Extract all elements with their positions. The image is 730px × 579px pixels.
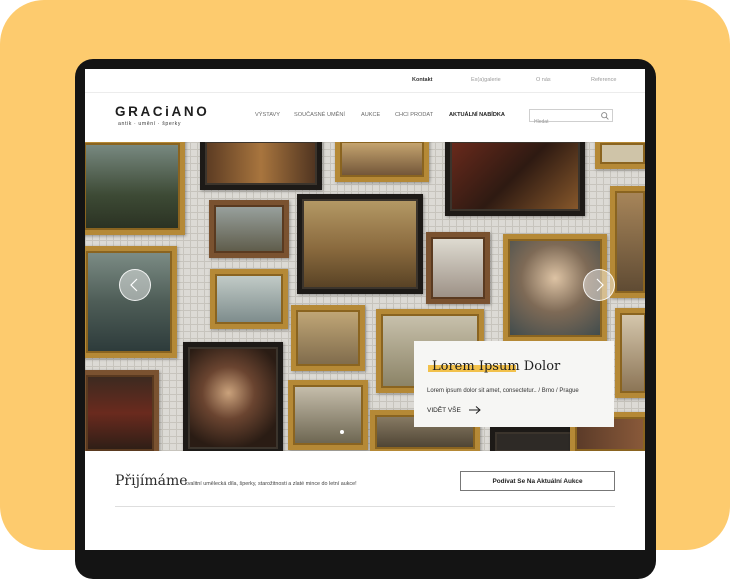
search-input[interactable] xyxy=(530,116,600,128)
utility-link-o-nas[interactable]: O nás xyxy=(536,77,551,83)
utility-link-kontakt[interactable]: Kontakt xyxy=(412,77,432,83)
section-divider xyxy=(115,506,615,507)
utility-link-reference[interactable]: Reference xyxy=(591,77,616,83)
search-icon[interactable] xyxy=(600,111,610,121)
search-box xyxy=(529,109,613,128)
chevron-right-icon xyxy=(596,278,604,292)
view-auctions-button[interactable]: Podívat Se Na Aktuální Aukce xyxy=(460,471,615,491)
website-screen: Kontakt Ex(a)galerie O nás Reference GRA… xyxy=(85,69,645,550)
nav-item-vystavy[interactable]: VÝSTAVY xyxy=(255,112,280,118)
intro-text: kvalitní umělecká díla, šperky, starožit… xyxy=(185,481,357,487)
brand-tagline: antik · umění · šperky xyxy=(118,121,182,127)
nav-item-soucasne-umeni[interactable]: SOUČASNÉ UMĚNÍ xyxy=(294,112,345,118)
hero-title: Lorem Ipsum Dolor xyxy=(432,359,561,374)
see-all-link[interactable]: VIDĚT VŠE xyxy=(427,407,461,414)
nav-item-chci-prodat[interactable]: CHCI PRODAT xyxy=(395,112,433,118)
arrow-right-icon[interactable] xyxy=(468,405,482,415)
hero-card: Lorem Ipsum Dolor Lorem ipsum dolor sit … xyxy=(414,341,614,427)
hero-next-button[interactable] xyxy=(583,269,615,301)
nav-item-aktualni-nabidka[interactable]: AKTUÁLNÍ NABÍDKA xyxy=(449,112,505,118)
slider-dot[interactable] xyxy=(340,430,344,434)
utility-link-exagalerie[interactable]: Ex(a)galerie xyxy=(471,77,501,83)
hero-slider: Lorem Ipsum Dolor Lorem ipsum dolor sit … xyxy=(85,142,645,451)
nav-item-aukce[interactable]: AUKCE xyxy=(361,112,380,118)
hero-prev-button[interactable] xyxy=(119,269,151,301)
hero-subtitle: Lorem ipsum dolor sit amet, consectetur.… xyxy=(427,388,579,394)
brand-logo[interactable]: GRACiANO xyxy=(115,104,209,119)
intro-heading: Přijímáme xyxy=(115,473,188,489)
chevron-left-icon xyxy=(130,278,138,292)
utility-bar: Kontakt Ex(a)galerie O nás Reference xyxy=(85,69,645,93)
